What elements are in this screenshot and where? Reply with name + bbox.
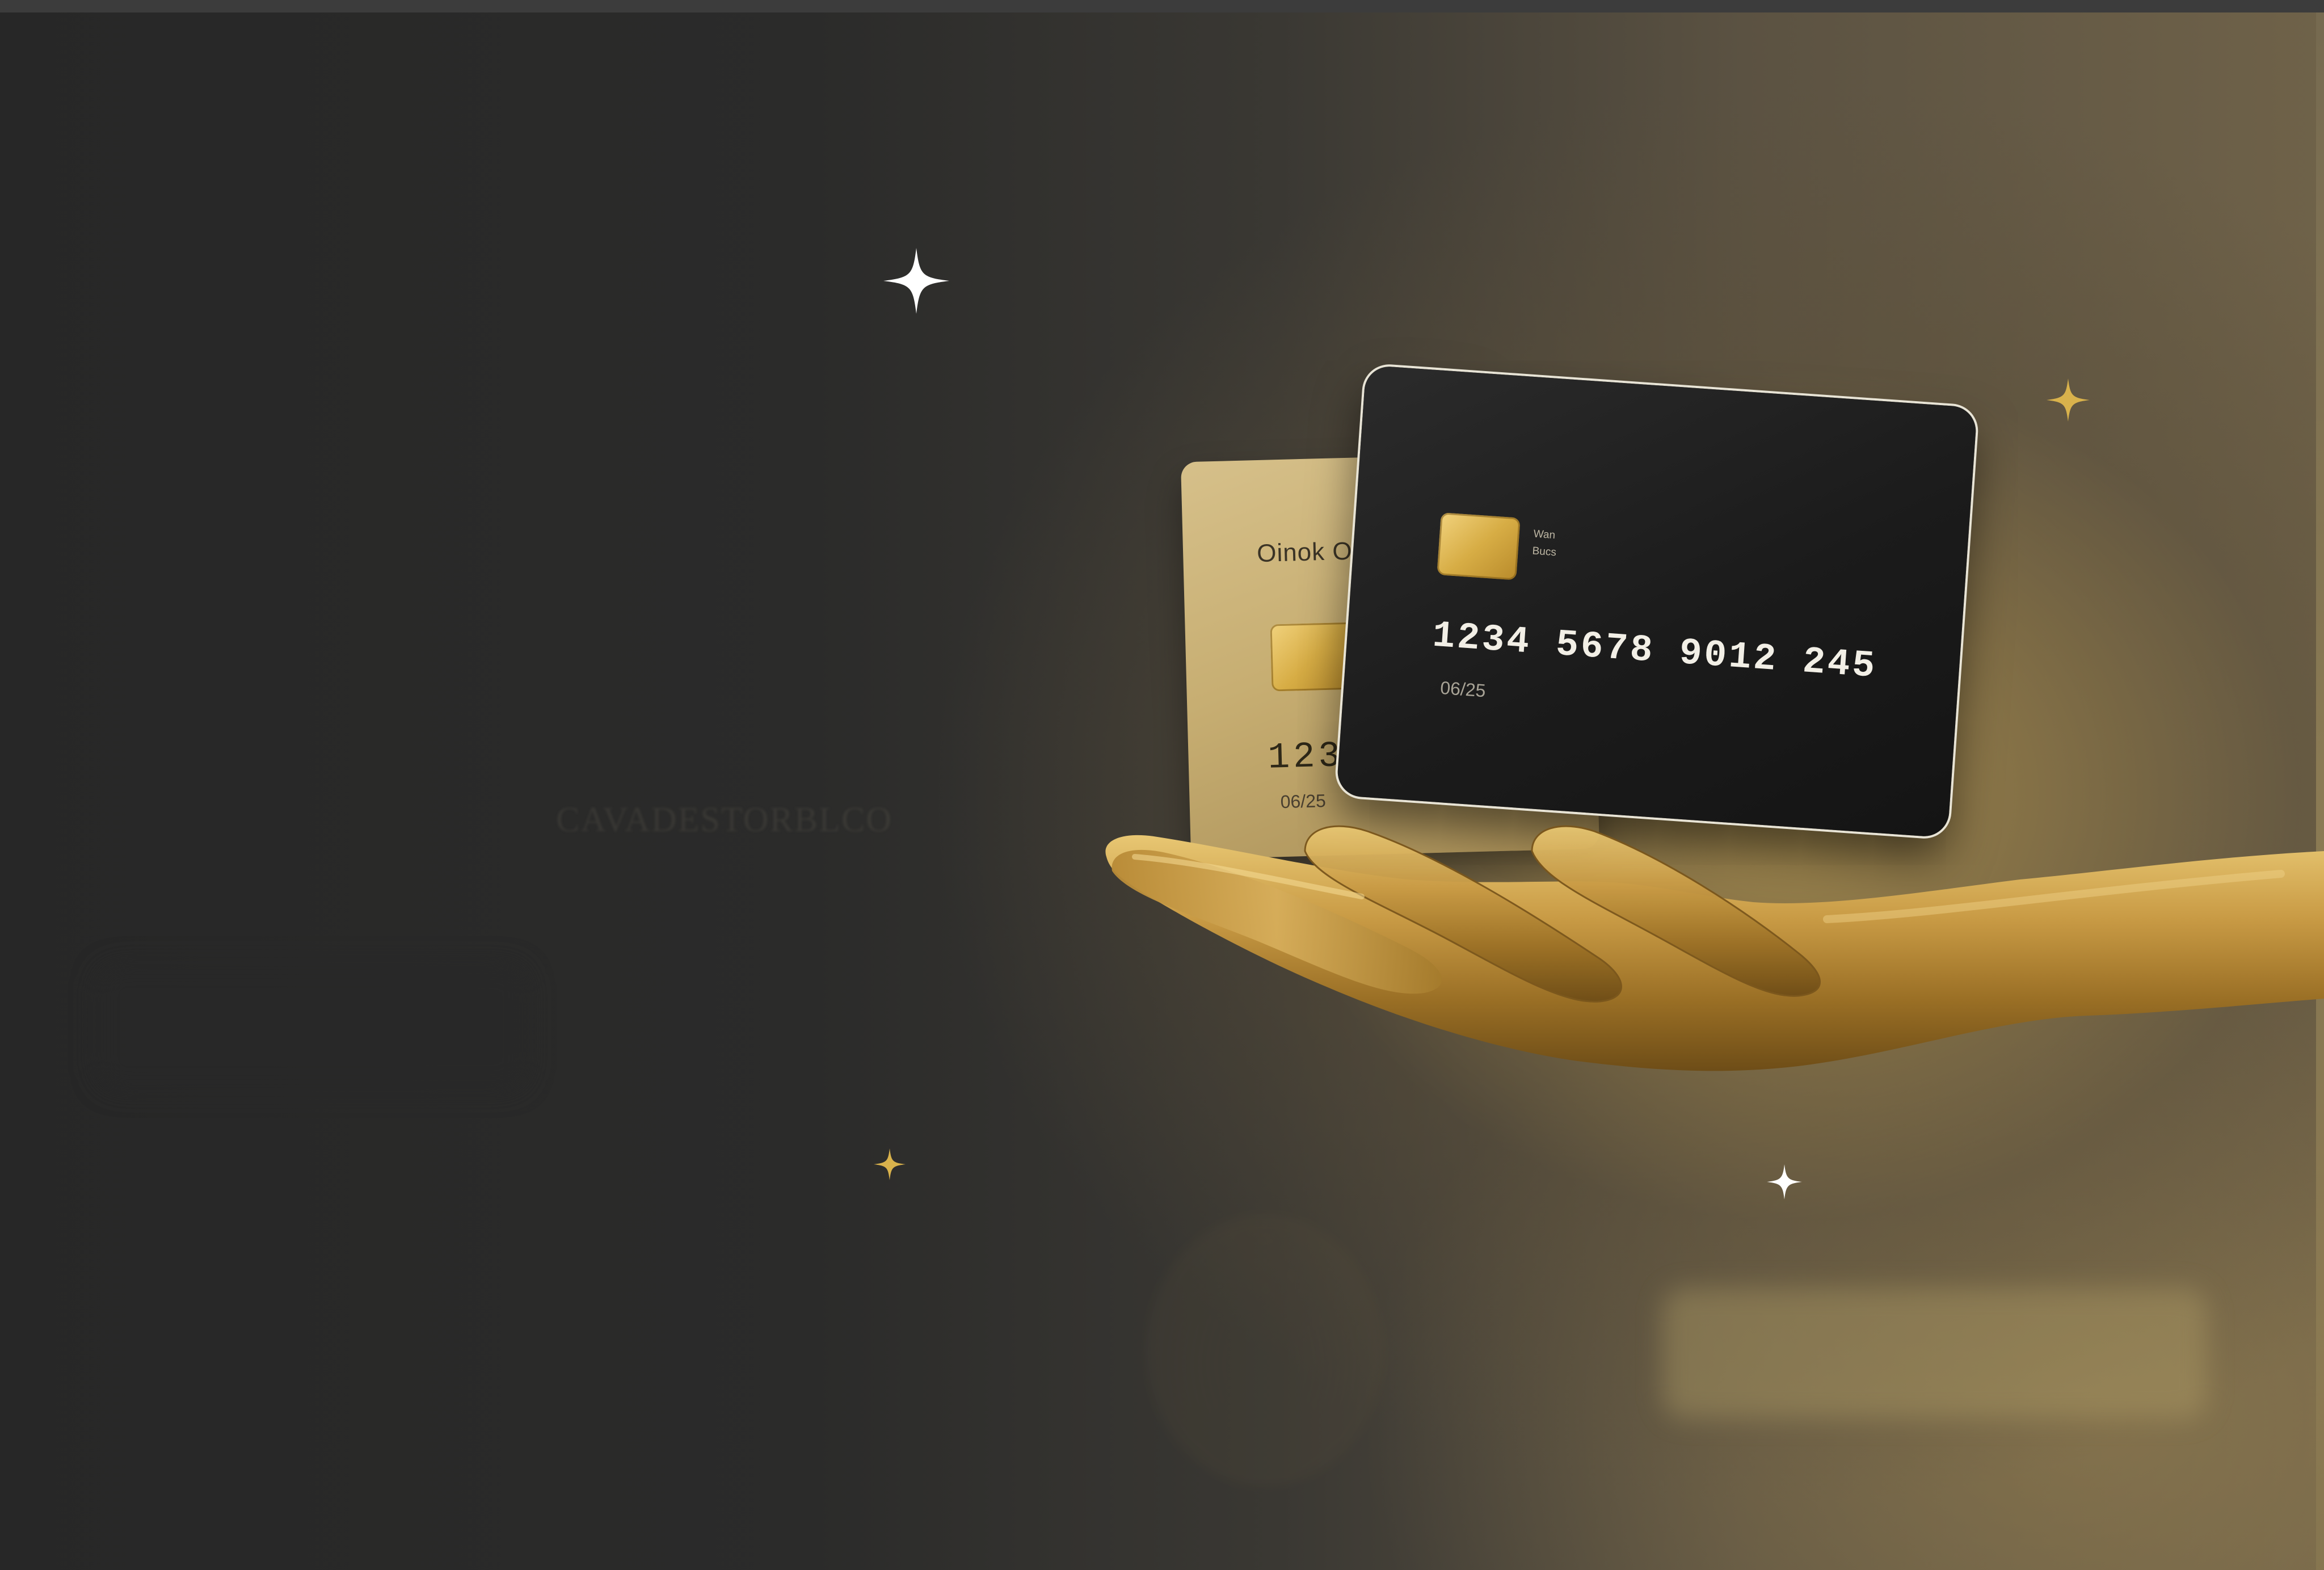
faded-background-text: CAVADESTORBLCO: [556, 801, 893, 839]
gold-card-brand: Oinok O: [1256, 537, 1353, 568]
fingerprint-icon: [1146, 1214, 1384, 1487]
sparkle-icon: [1767, 1164, 1802, 1199]
hero-scene: CAVADESTORBLCO Oinok O 1234 06/25 Wan Bu…: [0, 0, 2324, 1570]
black-credit-card: Wan Bucs 1234 5678 9012 245 06/25: [1336, 365, 1978, 838]
sparkle-icon: [2047, 378, 2090, 422]
black-card-label-line1: Wan: [1533, 528, 1556, 542]
black-card-number: 1234 5678 9012 245: [1431, 614, 1879, 688]
gold-card-expiry: 06/25: [1280, 790, 1327, 813]
golden-hand-illustration: [1105, 825, 2324, 1071]
chip-icon: [1437, 512, 1521, 580]
blurred-placeholder-right: [1662, 1288, 2207, 1419]
black-card-expiry: 06/25: [1439, 677, 1487, 701]
sparkle-icon: [883, 248, 949, 314]
black-card-label: Wan Bucs: [1532, 526, 1558, 562]
top-edge-strip: [0, 0, 2324, 12]
blurred-placeholder-left: [96, 965, 528, 1089]
black-card-label-line2: Bucs: [1531, 545, 1557, 559]
right-edge-strip: [2316, 12, 2324, 1570]
sparkle-icon: [874, 1148, 906, 1180]
